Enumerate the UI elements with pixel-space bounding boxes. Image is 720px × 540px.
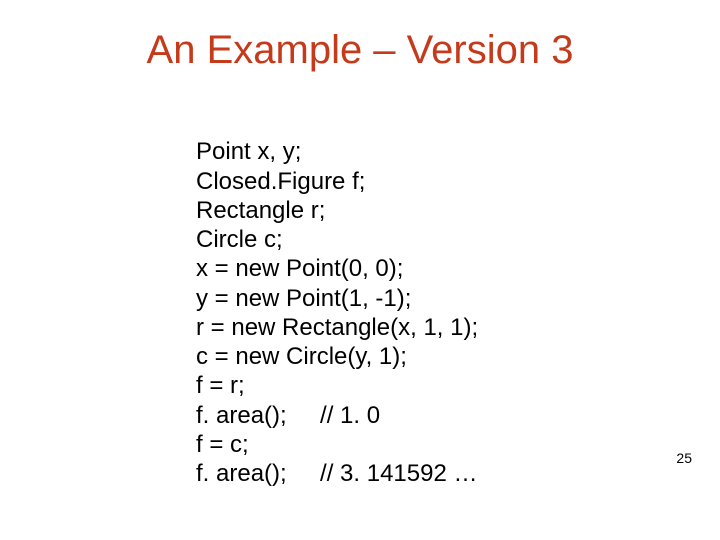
slide-title: An Example – Version 3: [0, 28, 720, 73]
code-line: Closed.Figure f;: [196, 168, 365, 195]
code-line: Point x, y;: [196, 138, 301, 165]
code-line: f. area(); // 1. 0: [196, 402, 380, 429]
code-line: f. area(); // 3. 141592 …: [196, 460, 477, 487]
code-line: y = new Point(1, -1);: [196, 285, 411, 312]
code-line: f = r;: [196, 372, 245, 399]
code-line: Rectangle r;: [196, 197, 325, 224]
slide: An Example – Version 3 Point x, y; Close…: [0, 0, 720, 540]
code-line: Circle c;: [196, 226, 283, 253]
code-line: c = new Circle(y, 1);: [196, 343, 407, 370]
code-line: r = new Rectangle(x, 1, 1);: [196, 314, 478, 341]
code-line: x = new Point(0, 0);: [196, 255, 403, 282]
code-block: Point x, y; Closed.Figure f; Rectangle r…: [196, 108, 478, 488]
page-number: 25: [676, 450, 692, 466]
code-line: f = c;: [196, 431, 249, 458]
